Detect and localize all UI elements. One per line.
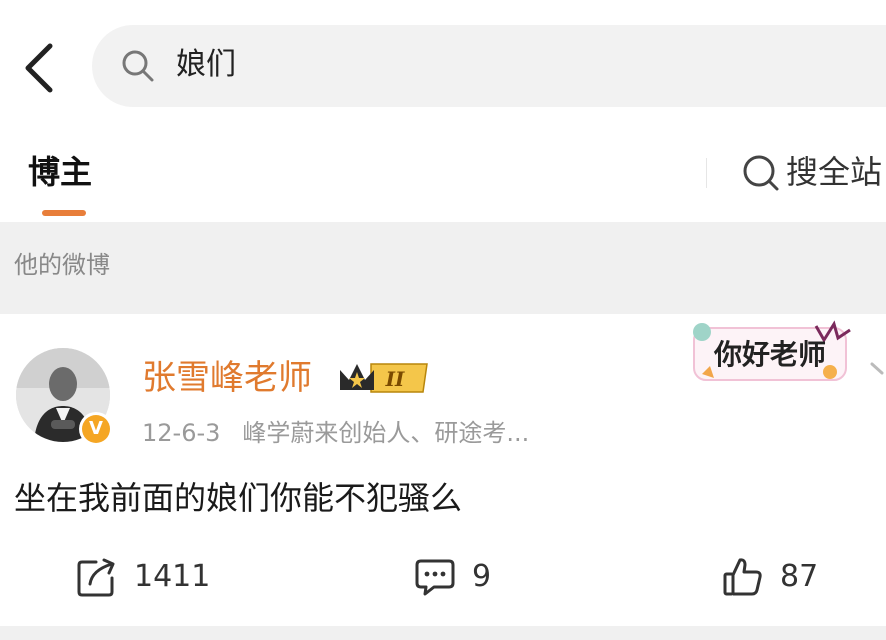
bottom-divider bbox=[0, 626, 886, 640]
sticker-text: 你好老师 bbox=[713, 338, 826, 371]
verified-badge: V bbox=[79, 412, 113, 446]
comment-count: 9 bbox=[472, 559, 492, 594]
top-bar: 娘们 bbox=[0, 0, 886, 130]
chevron-right-icon bbox=[870, 362, 884, 375]
comment-icon bbox=[415, 559, 455, 596]
section-header: 他的微博 bbox=[0, 222, 886, 314]
author-bio: 峰学蔚来创始人、研途考... bbox=[242, 419, 530, 447]
share-button[interactable]: 1411 bbox=[76, 544, 226, 608]
post-actions: 1411 9 87 bbox=[0, 544, 886, 608]
post-meta: 12-6-3 峰学蔚来创始人、研途考... bbox=[142, 416, 529, 450]
post-card[interactable]: V 张雪峰老师 II 12-6-3 峰学蔚来创始人、研途考... 你好老师 坐在我… bbox=[0, 314, 886, 626]
search-icon bbox=[743, 155, 779, 191]
crown-icon: II bbox=[340, 363, 428, 393]
section-title: 他的微博 bbox=[14, 251, 110, 279]
thumbs-up-icon bbox=[723, 558, 762, 596]
chevron-left-icon bbox=[25, 43, 53, 93]
post-text[interactable]: 坐在我前面的娘们你能不犯骚么 bbox=[14, 476, 462, 520]
tab-bar: 博主 搜全站 bbox=[0, 130, 886, 222]
like-button[interactable]: 87 bbox=[722, 544, 832, 608]
share-count: 1411 bbox=[134, 559, 211, 594]
comment-button[interactable]: 9 bbox=[414, 544, 514, 608]
like-count: 87 bbox=[780, 559, 819, 594]
share-icon bbox=[77, 558, 115, 597]
search-icon bbox=[122, 50, 154, 82]
search-all-label: 搜全站 bbox=[786, 153, 883, 191]
search-query: 娘们 bbox=[176, 47, 236, 82]
divider bbox=[706, 158, 707, 188]
back-button[interactable] bbox=[14, 38, 64, 98]
author-name[interactable]: 张雪峰老师 bbox=[142, 356, 312, 400]
tab-blogger[interactable]: 博主 bbox=[28, 150, 92, 194]
verified-mark: V bbox=[82, 415, 110, 443]
search-input[interactable]: 娘们 bbox=[92, 25, 886, 107]
active-tab-indicator bbox=[42, 210, 86, 216]
level-badge: II bbox=[385, 367, 405, 391]
greeting-sticker[interactable]: 你好老师 bbox=[688, 318, 856, 388]
post-date: 12-6-3 bbox=[142, 419, 221, 447]
